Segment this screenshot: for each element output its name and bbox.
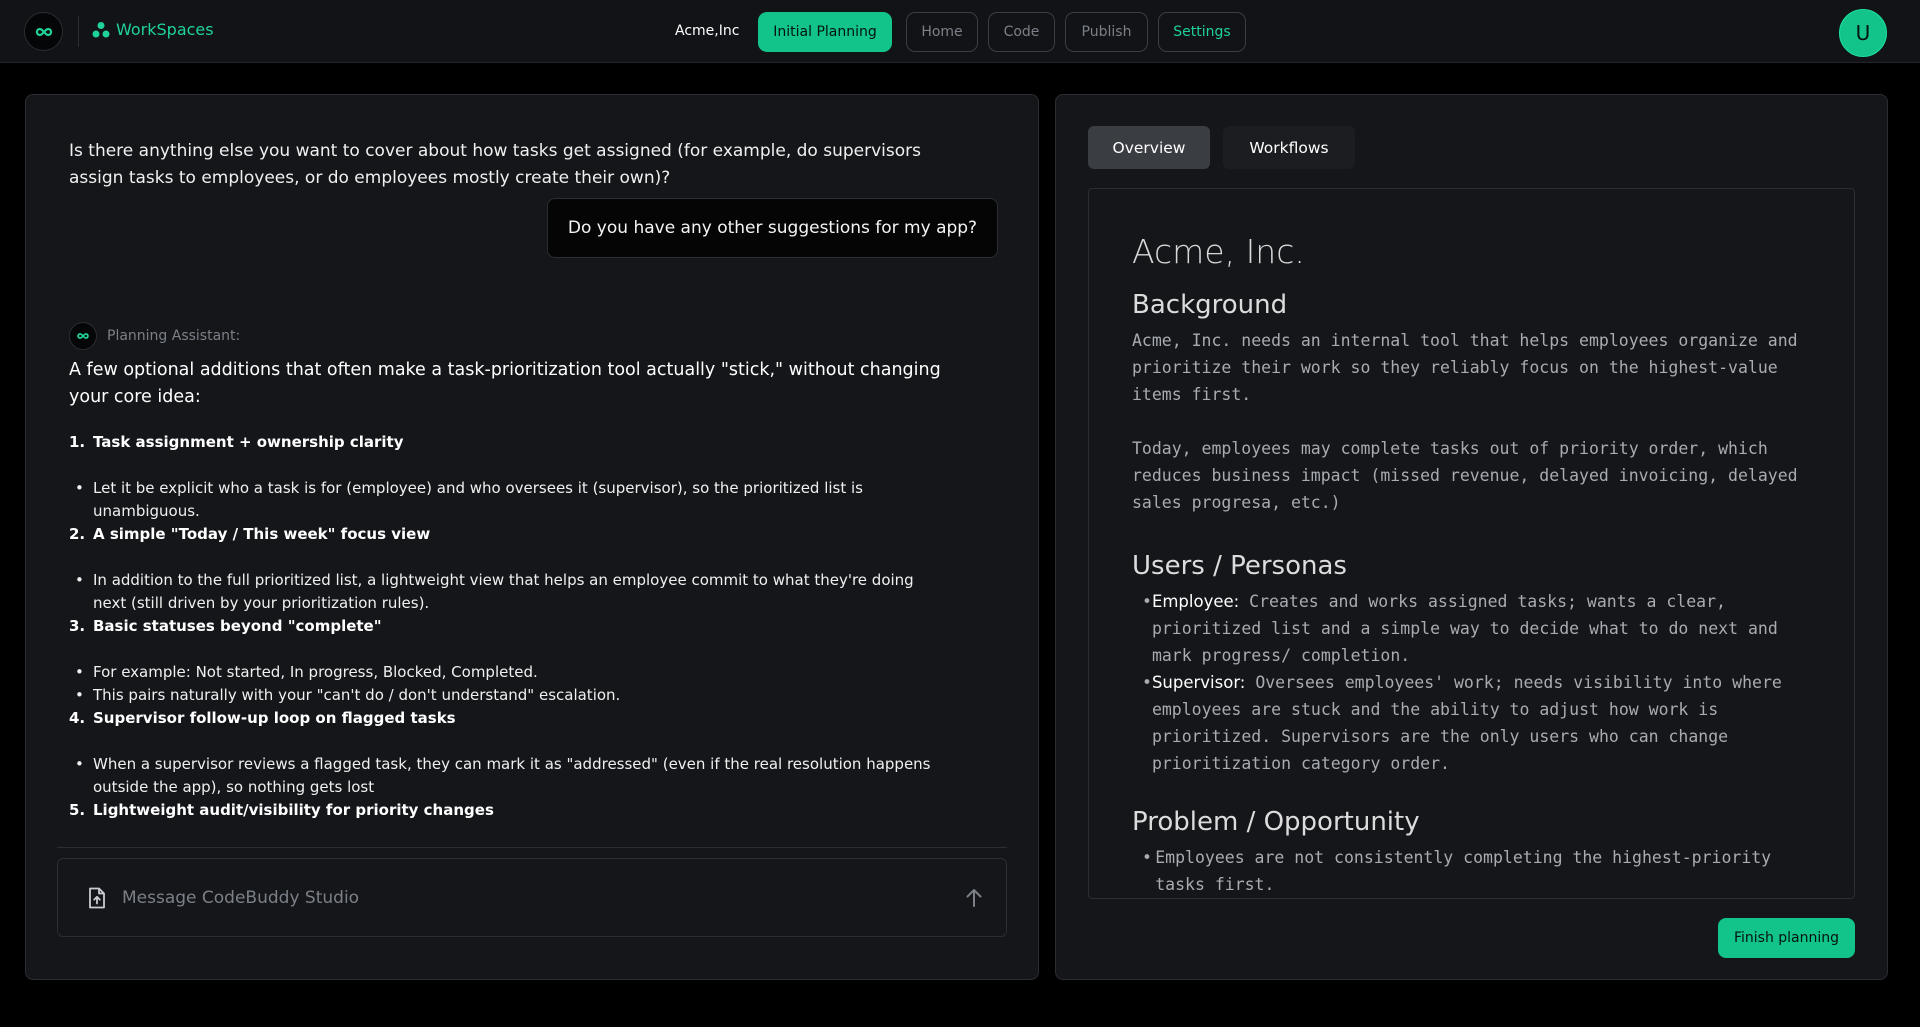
suggestion-number: 1. xyxy=(69,433,86,451)
background-paragraph: Today, employees may complete tasks out … xyxy=(1132,439,1798,512)
suggestion-title: A simple "Today / This week" focus view xyxy=(93,525,431,543)
section-heading-background: Background xyxy=(1132,290,1288,320)
tab-workflows[interactable]: Workflows xyxy=(1223,126,1355,169)
assistant-label: Planning Assistant: xyxy=(107,328,241,344)
suggestion-item: 3. Basic statuses beyond "complete" • For … xyxy=(69,615,969,707)
suggestion-item: 5. Lightweight audit/visibility for prior… xyxy=(69,799,969,822)
persona-text: Creates and works assigned tasks; wants … xyxy=(1151,592,1778,665)
logo-icon[interactable] xyxy=(24,12,63,51)
suggestion-bullet: When a supervisor reviews a flagged task… xyxy=(93,755,931,796)
background-paragraph: Acme, Inc. needs an internal tool that h… xyxy=(1132,331,1798,404)
chat-divider xyxy=(57,847,1007,848)
suggestion-title: Basic statuses beyond "complete" xyxy=(93,617,382,635)
problem-list: • Employees are not consistently complet… xyxy=(1132,844,1812,898)
nav-code[interactable]: Code xyxy=(988,12,1055,52)
nav-initial-planning[interactable]: Initial Planning xyxy=(758,12,892,52)
section-heading-personas: Users / Personas xyxy=(1132,551,1347,581)
assistant-intro: A few optional additions that often make… xyxy=(69,360,941,407)
tab-overview[interactable]: Overview xyxy=(1088,126,1210,169)
workspaces-icon xyxy=(92,21,110,37)
persona-label: Supervisor: xyxy=(1151,673,1246,692)
nav-settings[interactable]: Settings xyxy=(1158,12,1246,52)
top-bar: WorkSpaces Acme,Inc Initial Planning Hom… xyxy=(0,0,1920,63)
persona-text: Oversees employees' work; needs visibili… xyxy=(1151,673,1782,773)
suggestion-title: Lightweight audit/visibility for priorit… xyxy=(93,801,494,819)
send-arrow-icon[interactable] xyxy=(964,887,984,909)
file-upload-icon[interactable] xyxy=(87,887,107,909)
persona-item: • Employee: Creates and works assigned t… xyxy=(1142,592,1778,665)
suggestion-number: 3. xyxy=(69,617,86,635)
suggestion-bullet: This pairs naturally with your "can't do… xyxy=(93,686,621,704)
brand-name: WorkSpaces xyxy=(116,20,214,39)
suggestion-bullet: In addition to the full prioritized list… xyxy=(93,571,914,612)
nav-publish[interactable]: Publish xyxy=(1065,12,1148,52)
suggestion-title: Task assignment + ownership clarity xyxy=(93,433,404,451)
user-avatar[interactable]: U xyxy=(1839,9,1887,57)
suggestion-number: 2. xyxy=(69,525,86,543)
section-heading-problem: Problem / Opportunity xyxy=(1132,807,1420,837)
suggestion-number: 4. xyxy=(69,709,86,727)
problem-text: Employees are not consistently completin… xyxy=(1155,848,1772,894)
suggestion-bullet: Let it be explicit who a task is for (em… xyxy=(93,479,863,520)
suggestion-list: 1. Task assignment + ownership clarity • L… xyxy=(69,431,969,822)
suggestion-number: 5. xyxy=(69,801,86,819)
plan-document: Acme, Inc. Background Acme, Inc. needs a… xyxy=(1088,188,1855,899)
problem-item: • Employees are not consistently complet… xyxy=(1132,844,1812,898)
message-input[interactable]: Message CodeBuddy Studio xyxy=(57,858,1007,937)
persona-label: Employee: xyxy=(1151,592,1240,611)
suggestion-title: Supervisor follow-up loop on flagged tas… xyxy=(93,709,456,727)
plan-panel: Overview Workflows Acme, Inc. Background… xyxy=(1055,94,1888,980)
personas-list: • Employee: Creates and works assigned t… xyxy=(1132,588,1812,777)
suggestion-item: 2. A simple "Today / This week" focus vie… xyxy=(69,523,969,615)
workspaces-link[interactable]: WorkSpaces xyxy=(92,20,214,39)
persona-item: • Supervisor: Oversees employees' work; … xyxy=(1142,673,1782,773)
assistant-avatar-icon xyxy=(69,322,97,350)
user-message-bubble: Do you have any other suggestions for my… xyxy=(547,198,998,258)
assistant-question: Is there anything else you want to cover… xyxy=(69,141,921,188)
finish-planning-button[interactable]: Finish planning xyxy=(1718,918,1855,958)
chat-panel: Is there anything else you want to cover… xyxy=(25,94,1039,980)
suggestion-bullet: For example: Not started, In progress, B… xyxy=(93,663,538,681)
nav-home[interactable]: Home xyxy=(906,12,978,52)
suggestion-item: 4. Supervisor follow-up loop on flagged t… xyxy=(69,707,969,799)
assistant-header: Planning Assistant: xyxy=(69,322,240,350)
suggestion-item: 1. Task assignment + ownership clarity • L… xyxy=(69,431,969,523)
company-name: Acme,Inc xyxy=(675,23,740,39)
doc-title: Acme, Inc. xyxy=(1132,232,1305,271)
message-placeholder: Message CodeBuddy Studio xyxy=(122,888,360,908)
header-divider xyxy=(78,16,79,47)
